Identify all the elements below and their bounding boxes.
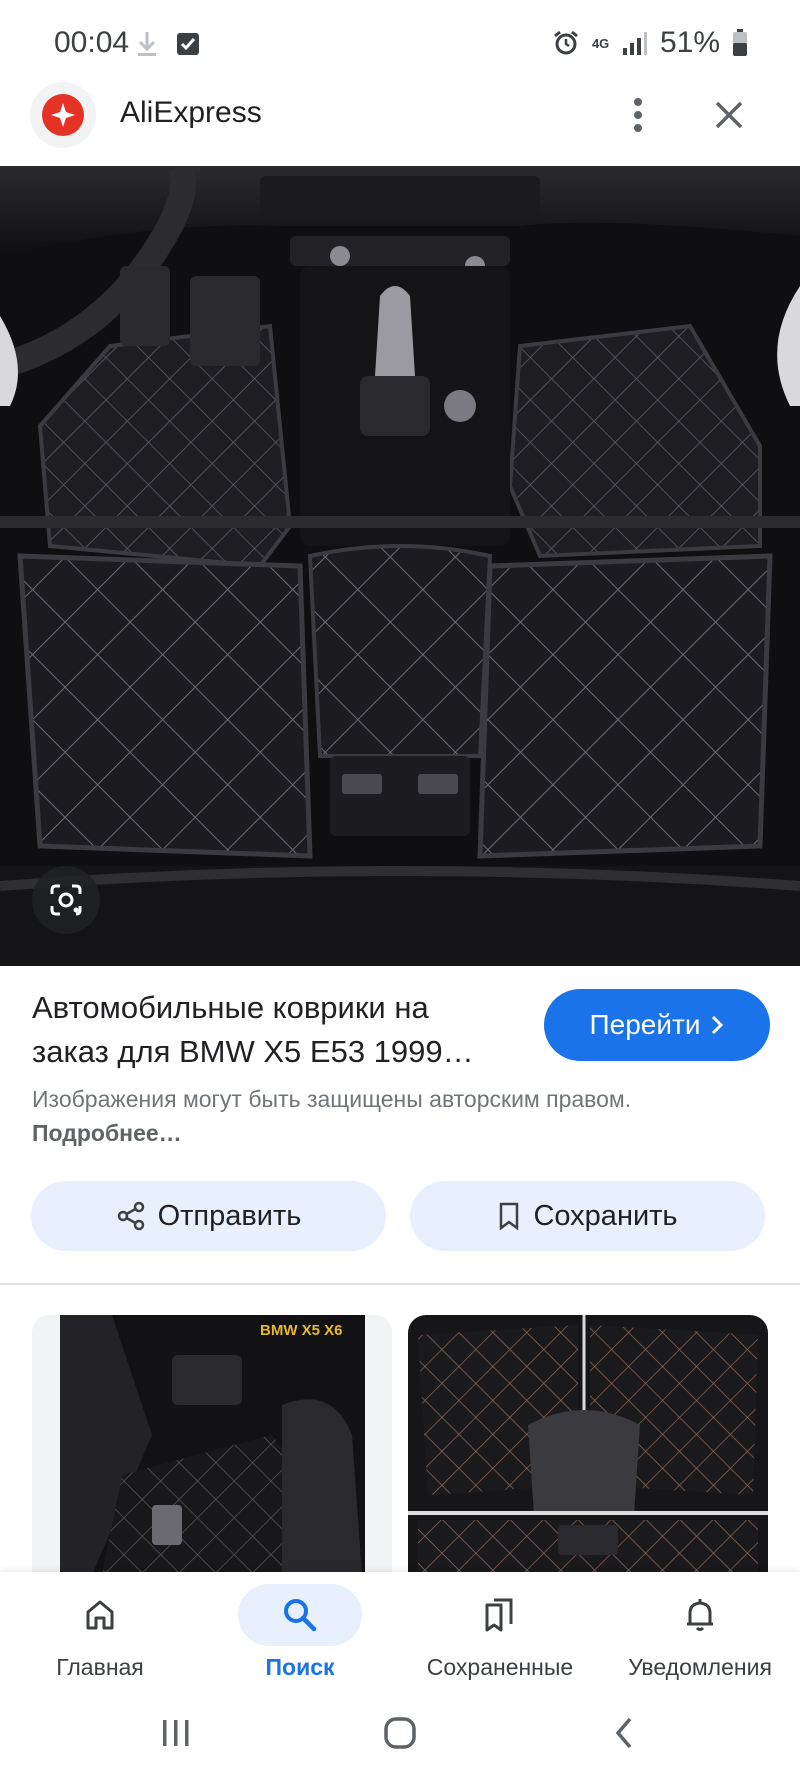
bottom-navigation: Главная Поиск Сохраненные Уведомления	[0, 1572, 800, 1692]
bookmark-icon	[500, 1202, 519, 1231]
nav-label-home: Главная	[56, 1654, 144, 1680]
save-button-label: Сохранить	[533, 1199, 678, 1232]
visit-button-label: Перейти	[589, 1009, 701, 1040]
save-button[interactable]: Сохранить	[410, 1181, 765, 1251]
section-divider	[0, 1283, 800, 1285]
visit-button[interactable]: Перейти	[544, 989, 770, 1061]
status-notification-icons	[136, 30, 200, 58]
bell-icon	[687, 1599, 713, 1631]
alarm-icon	[554, 30, 578, 55]
recent-apps-icon	[163, 1720, 189, 1746]
status-time: 00:04	[54, 26, 130, 59]
google-lens-button[interactable]	[32, 866, 100, 934]
related-image-1[interactable]: BMW X5 X6	[32, 1315, 392, 1575]
copyright-notice: Изображения могут быть защищены авторски…	[32, 1082, 752, 1150]
share-icon	[117, 1201, 144, 1231]
battery-percent: 51%	[659, 26, 720, 59]
signal-icon	[622, 32, 647, 55]
network-type-icon: 4G	[591, 35, 610, 51]
download-icon	[138, 32, 156, 56]
aliexpress-star-icon	[51, 103, 75, 127]
nav-item-saved[interactable]: Сохраненные	[400, 1572, 600, 1692]
search-icon	[284, 1599, 317, 1632]
share-button[interactable]: Отправить	[31, 1181, 386, 1251]
learn-more-link[interactable]: Подробнее…	[32, 1120, 182, 1146]
share-button-label: Отправить	[157, 1199, 302, 1232]
nav-label-saved: Сохраненные	[426, 1654, 574, 1680]
nav-item-notifications[interactable]: Уведомления	[600, 1572, 800, 1692]
thumb-badge: BMW X5 X6	[260, 1322, 343, 1339]
status-bar: 00:04 4G 51%	[0, 0, 800, 88]
battery-icon	[733, 29, 747, 56]
app-header: AliExpress	[0, 80, 800, 166]
status-right-icons: 4G 51%	[552, 26, 748, 60]
checkbox-icon	[177, 33, 199, 55]
nav-item-home[interactable]: Главная	[0, 1572, 200, 1692]
back-chevron-icon	[615, 1717, 632, 1749]
aliexpress-logo	[30, 82, 96, 148]
recent-apps-button[interactable]	[146, 1708, 206, 1758]
car-floor-mats-image	[0, 166, 800, 966]
app-title: AliExpress	[120, 96, 262, 129]
bookmarks-icon	[485, 1598, 513, 1632]
related-mats-image-2	[408, 1315, 768, 1575]
result-title-line-1: Автомобильные коврики на	[32, 990, 429, 1025]
copyright-text: Изображения могут быть защищены авторски…	[32, 1086, 632, 1112]
related-image-2[interactable]	[408, 1315, 768, 1575]
home-icon	[86, 1600, 114, 1630]
system-navigation-bar	[0, 1692, 800, 1777]
nav-item-search[interactable]: Поиск	[200, 1572, 400, 1692]
more-vert-icon	[634, 98, 642, 132]
main-product-image[interactable]	[0, 166, 800, 966]
close-button[interactable]	[708, 94, 750, 136]
chevron-right-icon	[712, 1015, 724, 1035]
home-circle-icon	[384, 1717, 416, 1749]
back-button[interactable]	[594, 1708, 654, 1758]
nav-label-search: Поиск	[265, 1654, 335, 1680]
result-title-line-2: заказ для BMW X5 E53 1999…	[32, 1034, 474, 1069]
home-system-button[interactable]	[370, 1708, 430, 1758]
result-title[interactable]: Автомобильные коврики на заказ для BMW X…	[32, 986, 532, 1074]
more-options-button[interactable]	[620, 94, 656, 136]
related-mats-image-1: BMW X5 X6	[32, 1315, 392, 1575]
lens-camera-icon	[50, 884, 82, 916]
close-icon	[715, 101, 743, 129]
nav-label-notifications: Уведомления	[628, 1654, 772, 1680]
